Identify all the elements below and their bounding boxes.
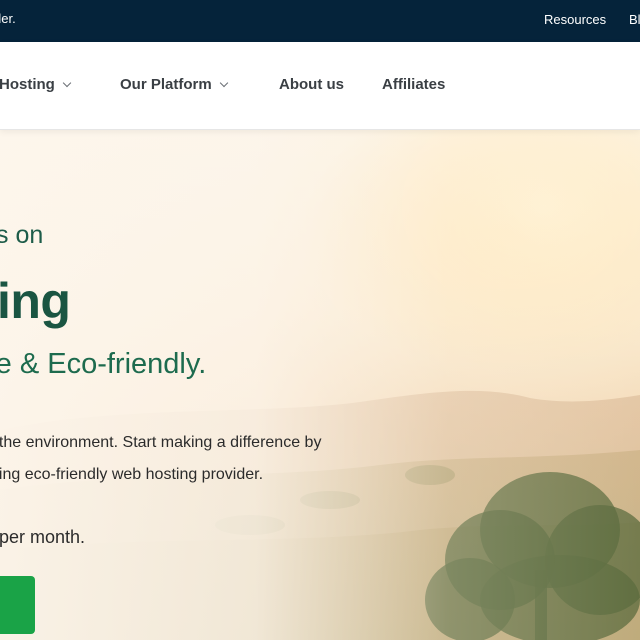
nav-item-affiliates[interactable]: Affiliates [382,76,445,93]
main-navigation: Hosting Our Platform About us Affiliates [0,42,640,130]
nav-item-label: Our Platform [120,76,212,93]
blog-link[interactable]: Bl [629,12,640,27]
nav-item-label: About us [279,76,344,93]
site-tagline: der. [0,11,16,26]
hero-overlay [0,130,640,640]
hero-price-text: per month. [0,527,86,547]
nav-item-label: Affiliates [382,76,446,93]
nav-item-hosting[interactable]: Hosting [0,76,72,93]
chevron-down-icon [62,78,72,88]
hero-eyebrow: s on [0,221,44,249]
get-started-button[interactable] [0,576,35,634]
hero-section: s on ing re & Eco-friendly. f the enviro… [0,130,640,640]
chevron-down-icon [219,78,228,88]
top-utility-bar: der. Resources Bl [0,0,640,42]
nav-item-label: Hosting [0,76,55,93]
hero-title: ing [0,273,71,329]
nav-item-about-us[interactable]: About us [279,76,344,93]
hero-description-line: ding eco-friendly web hosting provider. [0,466,264,483]
hero-subtitle: re & Eco-friendly. [0,348,207,380]
hero-description-line: f the environment. Start making a differ… [0,434,322,451]
hero-description: f the environment. Start making a differ… [0,427,321,491]
resources-link[interactable]: Resources [544,12,606,27]
nav-item-our-platform[interactable]: Our Platform [120,76,228,93]
